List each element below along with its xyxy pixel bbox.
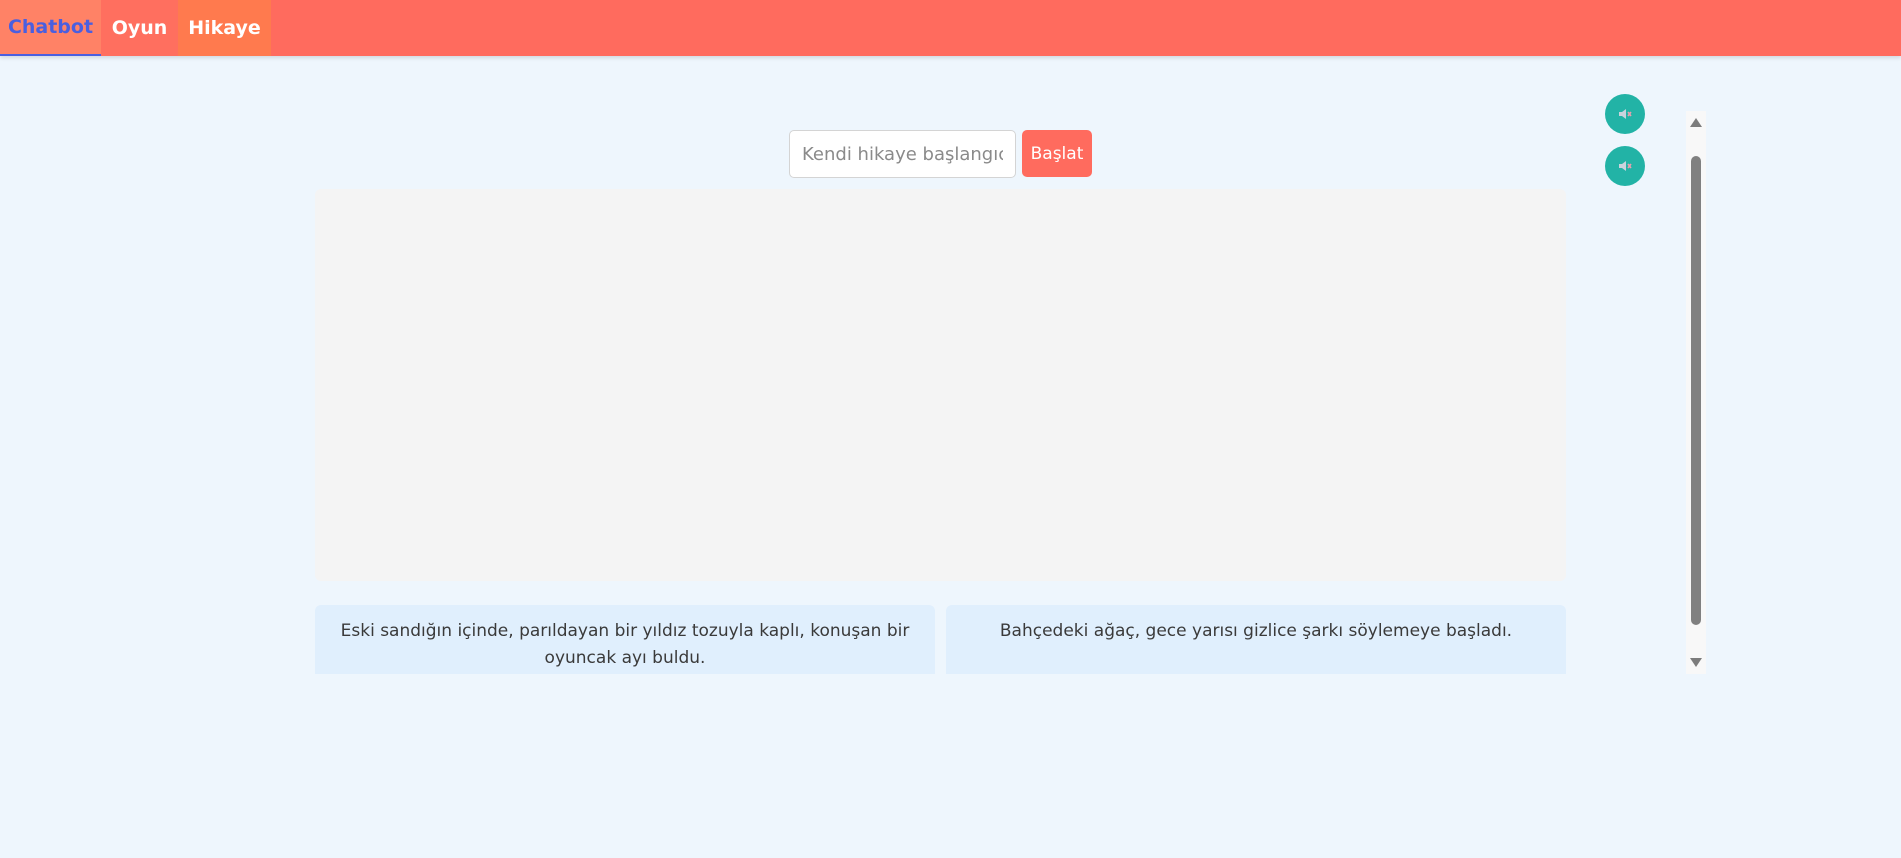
- scroll-down-arrow-icon[interactable]: [1690, 658, 1702, 667]
- sound-toggle-button-2[interactable]: [1605, 146, 1645, 186]
- mute-speaker-icon: [1617, 158, 1633, 174]
- sound-toggle-button-1[interactable]: [1605, 94, 1645, 134]
- tab-hikaye[interactable]: Hikaye: [178, 0, 271, 56]
- story-display-panel: [315, 189, 1566, 581]
- story-suggestion-2[interactable]: Bahçedeki ağaç, gece yarısı gizlice şark…: [946, 605, 1566, 674]
- story-start-input[interactable]: [789, 130, 1016, 178]
- vertical-scrollbar[interactable]: [1686, 111, 1706, 674]
- story-suggestion-1[interactable]: Eski sandığın içinde, parıldayan bir yıl…: [315, 605, 935, 674]
- scrollbar-thumb[interactable]: [1691, 156, 1701, 625]
- scroll-up-arrow-icon[interactable]: [1690, 118, 1702, 127]
- tab-chatbot[interactable]: Chatbot: [0, 0, 101, 56]
- mute-speaker-icon: [1617, 106, 1633, 122]
- top-navbar: Chatbot Oyun Hikaye: [0, 0, 1901, 56]
- start-button[interactable]: Başlat: [1022, 130, 1092, 177]
- tab-oyun[interactable]: Oyun: [101, 0, 178, 56]
